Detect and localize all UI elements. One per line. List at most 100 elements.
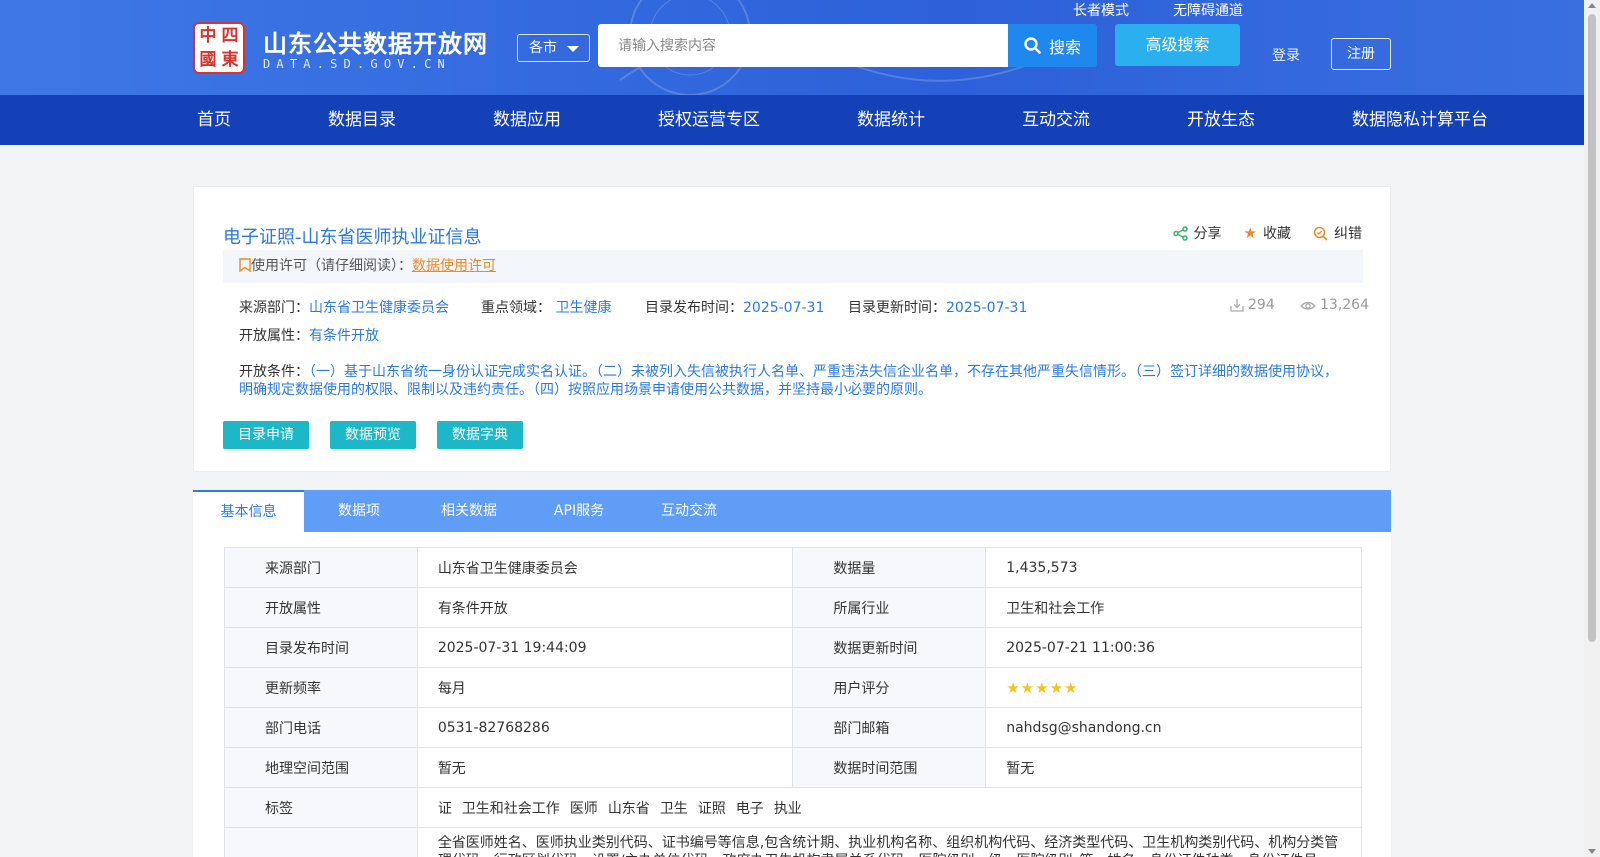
update-time-value: 2025-07-31 (946, 300, 1028, 316)
nav-item-ecosystem[interactable]: 开放生态 (1187, 95, 1255, 145)
info-key: 部门邮箱 (792, 707, 987, 748)
page-scrollbar[interactable] (1584, 0, 1600, 857)
info-key: 开放属性 (224, 587, 418, 628)
domain-label: 重点领域： (481, 300, 551, 316)
info-key (224, 827, 418, 857)
search-button[interactable]: 搜索 (1008, 24, 1097, 67)
tag[interactable]: 证 (438, 801, 452, 817)
catalog-apply-button[interactable]: 目录申请 (223, 421, 309, 449)
scrollbar-thumb[interactable] (1588, 14, 1596, 642)
publish-time-label: 目录发布时间： (645, 300, 743, 316)
nav-item-statistics[interactable]: 数据统计 (857, 95, 925, 145)
search-button-label: 搜索 (1048, 37, 1081, 57)
info-key: 数据量 (792, 547, 987, 588)
search-input[interactable] (598, 24, 1008, 67)
scroll-up-arrow-icon[interactable] (1588, 3, 1596, 8)
share-button[interactable]: 分享 (1172, 223, 1222, 243)
info-key: 所属行业 (792, 587, 987, 628)
scroll-down-arrow-icon[interactable] (1588, 849, 1596, 854)
advanced-search-button[interactable]: 高级搜索 (1115, 24, 1240, 66)
dataset-title: 电子证照-山东省医师执业证信息 (223, 227, 482, 248)
nav-item-privacy-computing[interactable]: 数据隐私计算平台 (1352, 95, 1488, 145)
license-bar: 使用许可（请仔细阅读）：数据使用许可 (223, 250, 1363, 283)
site-logo-seal[interactable]: 中 四 國 東 (193, 22, 245, 74)
info-key: 数据更新时间 (792, 627, 987, 668)
nav-item-interaction[interactable]: 互动交流 (1022, 95, 1090, 145)
tag[interactable]: 执业 (774, 801, 802, 817)
tag[interactable]: 证照 (698, 801, 726, 817)
info-key: 来源部门 (224, 547, 418, 588)
info-key: 目录发布时间 (224, 627, 418, 668)
nav-item-home[interactable]: 首页 (197, 95, 231, 145)
magnifier-correct-icon (1313, 226, 1328, 241)
bookmark-icon (239, 258, 251, 273)
info-value: 暂无 (985, 747, 1362, 788)
tab-basic-info[interactable]: 基本信息 (193, 490, 304, 532)
basic-info-panel: 来源部门 山东省卫生健康委员会 数据量 1,435,573 开放属性 有条件开放… (193, 532, 1391, 857)
seal-char: 中 (199, 26, 217, 46)
seal-char: 國 (199, 50, 217, 70)
basic-info-table: 来源部门 山东省卫生健康委员会 数据量 1,435,573 开放属性 有条件开放… (224, 547, 1363, 857)
elder-mode-link[interactable]: 长者模式 (1073, 0, 1129, 20)
dataset-summary-card: 电子证照-山东省医师执业证信息 分享 ★ 收藏 纠错 使用许可（请仔细阅读）：数… (193, 186, 1391, 472)
info-value: 暂无 (416, 747, 794, 788)
nav-item-catalog[interactable]: 数据目录 (328, 95, 396, 145)
login-link[interactable]: 登录 (1272, 45, 1300, 65)
site-title[interactable]: 山东公共数据开放网 (263, 24, 488, 59)
info-key: 数据时间范围 (792, 747, 987, 788)
site-subtitle: DATA.SD.GOV.CN (263, 57, 451, 71)
tab-interaction[interactable]: 互动交流 (634, 490, 744, 532)
nav-item-apps[interactable]: 数据应用 (493, 95, 561, 145)
info-key: 用户评分 (792, 667, 987, 708)
table-row: 开放属性 有条件开放 所属行业 卫生和社会工作 (224, 587, 1362, 628)
share-label: 分享 (1193, 226, 1222, 242)
tag[interactable]: 电子 (736, 801, 764, 817)
data-dictionary-button[interactable]: 数据字典 (437, 421, 523, 449)
correction-label: 纠错 (1334, 226, 1362, 242)
register-button[interactable]: 注册 (1331, 38, 1391, 70)
detail-tabs: 基本信息 数据项 相关数据 API服务 互动交流 (193, 490, 1391, 532)
update-time-meta: 目录更新时间：2025-07-31 (848, 297, 1027, 317)
info-key: 地理空间范围 (224, 747, 418, 788)
publish-time-meta: 目录发布时间：2025-07-31 (645, 297, 824, 317)
tag[interactable]: 医师 (570, 801, 598, 817)
domain-meta: 重点领域： 卫生健康 (481, 297, 611, 317)
favorite-label: 收藏 (1263, 226, 1291, 242)
tag[interactable]: 卫生和社会工作 (462, 801, 560, 817)
info-key: 标签 (224, 787, 418, 828)
site-header: 中 四 國 東 山东公共数据开放网 DATA.SD.GOV.CN 各市 搜索 高… (0, 0, 1584, 95)
correction-button[interactable]: 纠错 (1313, 223, 1362, 243)
info-value: 有条件开放 (416, 587, 794, 628)
dataset-actions: 分享 ★ 收藏 纠错 (1172, 223, 1362, 243)
open-conditions: 开放条件：（一）基于山东省统一身份认证完成实名认证。（二）未被列入失信被执行人名… (239, 363, 1349, 399)
tab-related-data[interactable]: 相关数据 (414, 490, 524, 532)
favorite-button[interactable]: ★ 收藏 (1244, 223, 1291, 243)
tab-api-service[interactable]: API服务 (524, 490, 634, 532)
download-icon (1230, 299, 1244, 312)
view-count: 13,264 (1300, 297, 1369, 313)
download-count-value: 294 (1248, 297, 1275, 313)
search-icon (1024, 37, 1041, 54)
table-row: 来源部门 山东省卫生健康委员会 数据量 1,435,573 (224, 547, 1362, 588)
open-attr-meta: 开放属性：有条件开放 (239, 325, 379, 345)
accessibility-link[interactable]: 无障碍通道 (1173, 0, 1243, 20)
tag[interactable]: 卫生 (660, 801, 688, 817)
info-value: 1,435,573 (985, 547, 1362, 588)
open-conditions-text: （一）基于山东省统一身份认证完成实名认证。（二）未被列入失信被执行人名单、严重违… (239, 364, 1338, 398)
data-preview-button[interactable]: 数据预览 (330, 421, 416, 449)
user-rating: ★★★★★ (985, 667, 1362, 708)
domain-value[interactable]: 卫生健康 (555, 300, 611, 316)
tab-data-items[interactable]: 数据项 (304, 490, 414, 532)
license-link[interactable]: 数据使用许可 (412, 258, 496, 274)
open-conditions-label: 开放条件： (239, 364, 309, 380)
source-dept-value[interactable]: 山东省卫生健康委员会 (309, 300, 449, 316)
rating-stars-icon: ★★★★★ (1006, 678, 1079, 697)
table-row: 更新频率 每月 用户评分 ★★★★★ (224, 667, 1362, 708)
nav-item-authorized-ops[interactable]: 授权运营专区 (658, 95, 760, 145)
region-select[interactable]: 各市 (517, 34, 590, 62)
chevron-down-icon (567, 46, 579, 52)
info-key: 部门电话 (224, 707, 418, 748)
info-value: 卫生和社会工作 (985, 587, 1362, 628)
table-row: 部门电话 0531-82768286 部门邮箱 nahdsg@shandong.… (224, 707, 1362, 748)
tag[interactable]: 山东省 (608, 801, 650, 817)
